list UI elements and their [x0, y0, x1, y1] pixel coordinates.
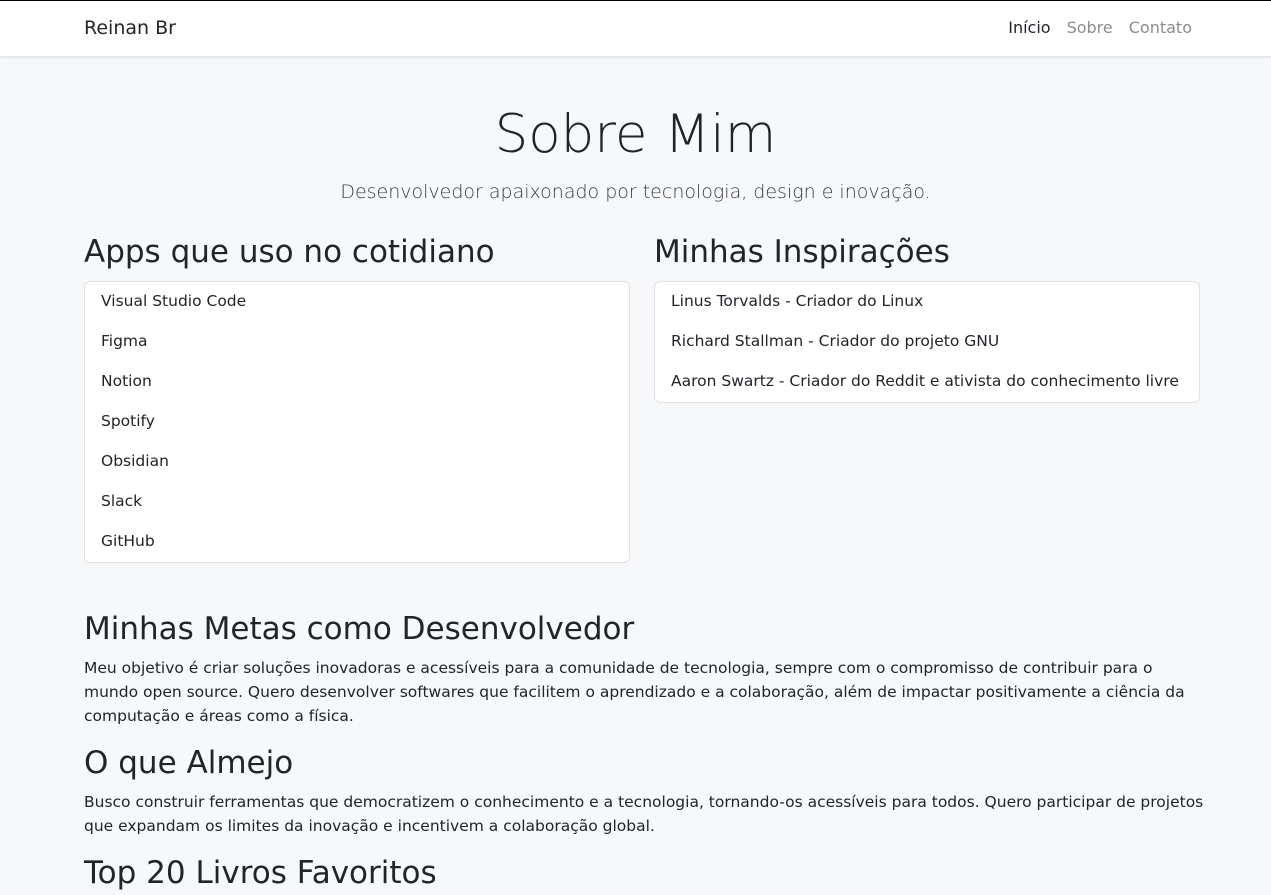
goals-heading: Minhas Metas como Desenvolvedor: [84, 611, 635, 647]
page-title: Sobre Mim: [494, 104, 777, 165]
list-item: Spotify: [101, 412, 155, 430]
aspire-heading: O que Almejo: [84, 745, 294, 781]
apps-list: Visual Studio Code Figma Notion Spotify …: [84, 281, 630, 563]
brand-link[interactable]: Reinan Br: [84, 17, 176, 39]
inspirations-heading: Minhas Inspirações: [654, 234, 950, 270]
apps-heading: Apps que uso no cotidiano: [84, 234, 495, 270]
page-subtitle: Desenvolvedor apaixonado por tecnologia,…: [340, 181, 931, 203]
inspirations-list: Linus Torvalds - Criador do Linux Richar…: [654, 281, 1200, 403]
list-item: Figma: [101, 332, 148, 350]
list-item: Obsidian: [101, 452, 169, 470]
navbar: Reinan Br Início Sobre Contato: [0, 1, 1271, 57]
nav-link-contato[interactable]: Contato: [1129, 18, 1192, 37]
aspire-text: Busco construir ferramentas que democrat…: [84, 793, 1204, 835]
list-item: GitHub: [101, 532, 155, 550]
list-item: Notion: [101, 372, 152, 390]
list-item: Richard Stallman - Criador do projeto GN…: [671, 332, 1000, 350]
goals-text: Meu objetivo é criar soluções inovadoras…: [84, 659, 1185, 725]
list-item: Aaron Swartz - Criador do Reddit e ativi…: [671, 372, 1179, 390]
list-item: Visual Studio Code: [101, 292, 247, 310]
list-item: Slack: [101, 492, 143, 510]
list-item: Linus Torvalds - Criador do Linux: [671, 292, 924, 310]
nav-link-inicio[interactable]: Início: [1008, 18, 1050, 37]
books-heading: Top 20 Livros Favoritos: [84, 855, 437, 891]
nav-links: Início Sobre Contato: [1008, 18, 1192, 37]
nav-link-sobre[interactable]: Sobre: [1067, 18, 1113, 37]
